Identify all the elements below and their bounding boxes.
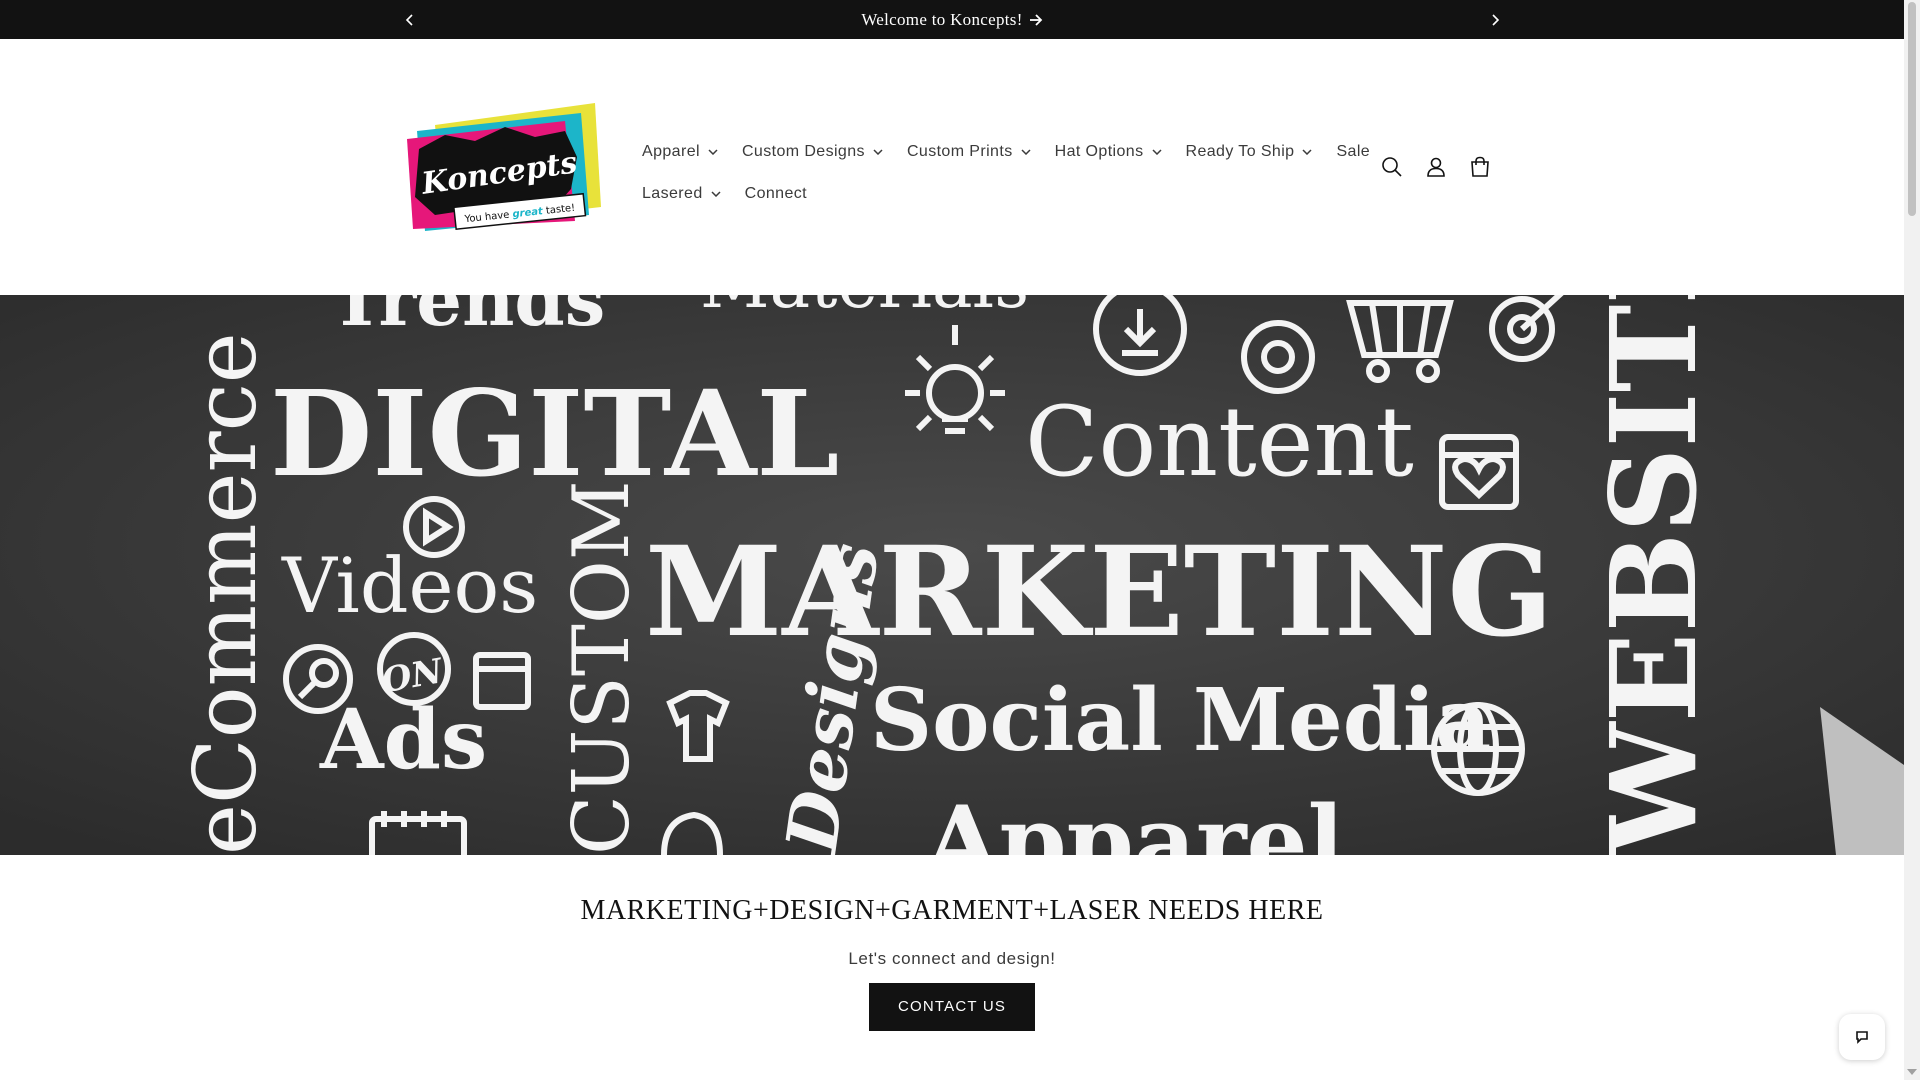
chevron-down-icon (711, 191, 721, 197)
hero-word-marketing: MARKETING (645, 520, 1553, 665)
nav-label: Apparel (642, 143, 700, 160)
hero-word-ecommerce: eCommerce (176, 332, 276, 855)
nav-row-2: Lasered Connect (630, 173, 1360, 215)
chevron-down-icon (1302, 149, 1313, 155)
nav-item-hat-options[interactable]: Hat Options (1043, 143, 1174, 161)
cart-icon (1471, 156, 1489, 177)
hero-word-social-media: Social Media (870, 670, 1491, 771)
hero-banner: Trends Materials DIGITAL Content Videos … (0, 295, 1904, 855)
nav-label: Hat Options (1054, 143, 1144, 160)
section-heading: MARKETING+DESIGN+GARMENT+LASER NEEDS HER… (580, 895, 1324, 926)
hero-word-ads: Ads (319, 692, 487, 788)
hero-word-custom: CUSTOM (557, 480, 647, 855)
announcement-text: Welcome to Koncepts! (861, 9, 1023, 29)
chevron-right-icon (1492, 13, 1500, 26)
scroll-thumb[interactable] (1908, 2, 1916, 216)
main-navigation: Apparel Custom Designs Custom Prints Hat… (630, 131, 1370, 215)
nav-label: Custom Prints (906, 143, 1013, 160)
account-button[interactable] (1420, 151, 1452, 183)
hero-word-materials: Materials (700, 295, 1029, 324)
hero-word-content: Content (1025, 386, 1414, 498)
hero-image: Trends Materials DIGITAL Content Videos … (0, 295, 1904, 855)
chevron-down-icon (1151, 149, 1162, 155)
hero-word-trends: Trends (330, 295, 605, 342)
search-button[interactable] (1376, 151, 1408, 183)
site-header: Koncepts You have great taste! Apparel C… (0, 39, 1904, 295)
hero-word-apparel: Apparel (924, 785, 1344, 855)
chat-bubble-icon (1856, 1031, 1868, 1044)
chat-widget-button[interactable] (1839, 1014, 1885, 1060)
announcement-link[interactable]: Welcome to Koncepts! (0, 0, 1904, 39)
hero-word-digital: DIGITAL (270, 364, 839, 503)
nav-row-1: Apparel Custom Designs Custom Prints Hat… (630, 131, 1370, 173)
nav-label: Lasered (642, 185, 703, 202)
header-icons (1376, 151, 1496, 183)
cart-button[interactable] (1464, 151, 1496, 183)
nav-item-lasered[interactable]: Lasered (630, 185, 733, 203)
scroll-down-arrow-icon[interactable] (1907, 1068, 1917, 1076)
hero-word-website: WEBSITE (1584, 295, 1723, 855)
search-icon (1382, 157, 1402, 177)
content-section: MARKETING+DESIGN+GARMENT+LASER NEEDS HER… (0, 855, 1904, 1080)
nav-label: Ready To Ship (1185, 143, 1295, 160)
account-icon (1427, 157, 1445, 177)
chevron-down-icon (873, 149, 883, 155)
nav-item-ready-to-ship[interactable]: Ready To Ship (1174, 143, 1325, 161)
arrow-right-icon (1029, 13, 1042, 26)
koncepts-logo[interactable]: Koncepts You have great taste! (405, 97, 601, 237)
nav-item-sale[interactable]: Sale (1324, 143, 1382, 161)
nav-item-apparel[interactable]: Apparel (630, 143, 730, 161)
chevron-down-icon (1021, 149, 1031, 155)
announcement-bar: Welcome to Koncepts! (0, 0, 1904, 39)
chevron-down-icon (708, 149, 718, 155)
nav-item-connect[interactable]: Connect (733, 185, 819, 203)
section-subtext: Let's connect and design! (848, 949, 1056, 968)
nav-label: Sale (1336, 143, 1371, 160)
nav-item-custom-designs[interactable]: Custom Designs (730, 143, 895, 161)
nav-label: Connect (744, 185, 808, 202)
announcement-next-button[interactable] (1475, 0, 1515, 39)
hero-word-videos: Videos (281, 541, 538, 630)
nav-item-custom-prints[interactable]: Custom Prints (895, 143, 1043, 161)
page-scrollbar[interactable] (1904, 0, 1920, 1080)
nav-label: Custom Designs (741, 143, 865, 160)
contact-us-button[interactable]: CONTACT US (869, 983, 1035, 1031)
